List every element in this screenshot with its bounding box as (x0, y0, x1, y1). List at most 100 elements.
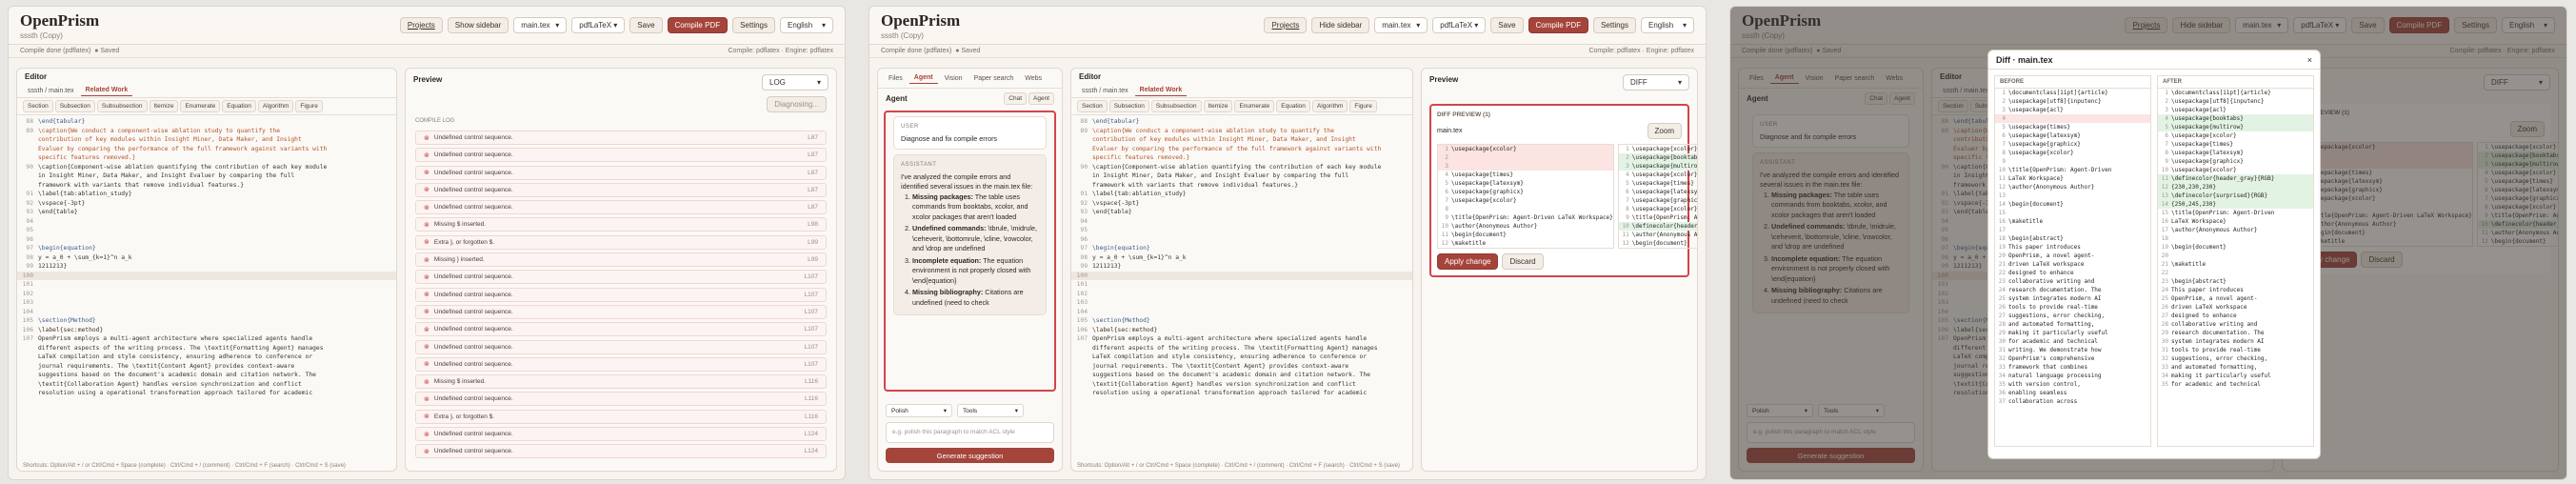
log-entry[interactable]: ⊗ Undefined control sequence. L87 (415, 165, 827, 180)
show-sidebar-button[interactable]: Show sidebar (447, 17, 509, 33)
line-number: 19 (2161, 244, 2168, 251)
log-entry[interactable]: ⊗ Undefined control sequence. L107 (415, 322, 827, 337)
log-entry[interactable]: ⊗ Undefined control sequence. L87 (415, 200, 827, 215)
issue-title: Missing packages: (912, 192, 973, 201)
diff-line: 26 tools to provide real-time (1995, 303, 2150, 312)
line-number: 102 (22, 290, 33, 297)
language-select[interactable]: English ▾ (780, 17, 833, 33)
log-entry[interactable]: ⊗ Undefined control sequence. L87 (415, 131, 827, 145)
settings-button[interactable]: Settings (732, 17, 775, 33)
code-line: 93 \end{table} (1071, 208, 1412, 217)
diff-modal: Diff · main.tex × BEFORE 1 \documentclass[1… (1987, 50, 2321, 459)
log-entry[interactable]: ⊗ Undefined control sequence. L107 (415, 339, 827, 354)
insert-itemize-button[interactable]: Itemize (149, 100, 179, 112)
tab-files[interactable]: Files (884, 73, 908, 84)
code-editor[interactable]: 88 \end{tabular} 89 \caption{We conduct a c… (1071, 115, 1412, 400)
line-text: framework with variants that remove indi… (38, 181, 245, 189)
line-number: 12 (1998, 184, 2006, 191)
insert-section-button[interactable]: Section (1077, 100, 1108, 112)
insert-subsubsection-button[interactable]: Subsubsection (1150, 100, 1202, 112)
suggestion-input[interactable]: e.g. polish this paragraph to match ACL … (886, 422, 1054, 443)
breadcrumb[interactable]: sssth / main.tex (23, 86, 79, 96)
agent-conversation: USER Diagnose and fix compile errors ASSI… (884, 111, 1056, 392)
log-entry[interactable]: ⊗ Undefined control sequence. L87 (415, 182, 827, 197)
top-bar: OpenPrismsssth (Copy) Projects Hide side… (869, 7, 1706, 45)
insert-equation-button[interactable]: Equation (1276, 100, 1310, 112)
log-entry[interactable]: ⊗ Undefined control sequence. L107 (415, 270, 827, 285)
line-text: specific features removed.} (38, 154, 136, 161)
projects-button[interactable]: Projects (399, 17, 443, 33)
log-entry[interactable]: ⊗ Undefined control sequence. L124 (415, 444, 827, 459)
log-entry[interactable]: ⊗ Extra }, or forgotten $. L116 (415, 409, 827, 424)
line-number: 95 (1080, 227, 1088, 233)
line-text: \usepackage{times} (1631, 180, 1694, 187)
projects-button[interactable]: Projects (1264, 17, 1308, 33)
breadcrumb[interactable]: sssth / main.tex (1077, 86, 1133, 96)
save-button[interactable]: Save (629, 17, 663, 33)
insert-enumerate-button[interactable]: Enumerate (1234, 100, 1275, 112)
related-work-tab[interactable]: Related Work (80, 85, 133, 96)
log-entry[interactable]: ⊗ Undefined control sequence. L87 (415, 148, 827, 163)
compile-pdf-button[interactable]: Compile PDF (1528, 17, 1589, 33)
close-icon[interactable]: × (2307, 55, 2312, 65)
code-line: 89 \caption{We conduct a component-wise a… (17, 127, 396, 136)
insert-enumerate-button[interactable]: Enumerate (180, 100, 221, 112)
log-entry[interactable]: ⊗ Missing $ inserted. L116 (415, 374, 827, 390)
log-entry[interactable]: ⊗ Extra }, or forgotten $. L99 (415, 234, 827, 250)
compile-pdf-button[interactable]: Compile PDF (667, 17, 729, 33)
diagnosing-button[interactable]: Diagnosing... (767, 96, 827, 112)
related-work-tab[interactable]: Related Work (1134, 85, 1188, 96)
insert-subsection-button[interactable]: Subsection (1108, 100, 1149, 112)
log-entry[interactable]: ⊗ Undefined control sequence. L107 (415, 304, 827, 319)
discard-button[interactable]: Discard (1502, 253, 1544, 270)
preview-mode-select[interactable]: LOG ▾ (762, 74, 829, 91)
line-number (1071, 145, 1092, 154)
line-number: 8 (2002, 150, 2006, 156)
line-text: \usepackage[utf8]{inputenc} (2171, 98, 2265, 105)
code-line: resolution using a operational transform… (17, 389, 396, 398)
settings-button[interactable]: Settings (1593, 17, 1636, 33)
diff-line: 8\usepackage{xcolor} (1995, 149, 2150, 157)
zoom-button[interactable]: Zoom (1647, 123, 1682, 139)
log-entry[interactable]: ⊗ Missing } inserted. L99 (415, 252, 827, 268)
language-select[interactable]: English ▾ (1641, 17, 1694, 33)
log-entry[interactable]: ⊗ Missing $ inserted. L98 (415, 217, 827, 232)
log-entry[interactable]: ⊗ Undefined control sequence. L116 (415, 392, 827, 407)
tab-agent[interactable]: Agent (909, 72, 938, 84)
log-entry[interactable]: ⊗ Undefined control sequence. L124 (415, 427, 827, 442)
code-editor[interactable]: 88 \end{tabular} 89 \caption{We conduct a c… (17, 115, 396, 400)
engine-select[interactable]: pdfLaTeX▾ (571, 17, 626, 33)
insert-subsection-button[interactable]: Subsection (54, 100, 95, 112)
save-button[interactable]: Save (1490, 17, 1524, 33)
preview-mode-select[interactable]: DIFF ▾ (1623, 74, 1689, 91)
generate-suggestion-button[interactable]: Generate suggestion (886, 448, 1054, 463)
line-text: enabling seamless (2008, 390, 2067, 396)
screenshot-panel-1: OpenPrism sssth (Copy) Projects Show side… (0, 0, 853, 484)
insert-section-button[interactable]: Section (23, 100, 53, 112)
apply-change-button[interactable]: Apply change (1437, 253, 1499, 270)
tab-webs[interactable]: Webs (1020, 73, 1047, 84)
engine-select-value: pdfLaTeX (579, 21, 612, 30)
preview-panel: Preview DIFF ▾ DIFF PREVIEW (1) main.tex Zo… (1421, 68, 1698, 472)
polish-select[interactable]: Polish ▾ (886, 404, 952, 417)
engine-select[interactable]: pdfLaTeX▾ (1432, 17, 1487, 33)
insert-equation-button[interactable]: Equation (222, 100, 256, 112)
insert-itemize-button[interactable]: Itemize (1203, 100, 1233, 112)
agent-toggle[interactable]: Agent (1028, 92, 1054, 105)
chat-toggle[interactable]: Chat (1004, 92, 1027, 105)
log-entry[interactable]: ⊗ Undefined control sequence. L107 (415, 356, 827, 372)
insert-subsubsection-button[interactable]: Subsubsection (96, 100, 148, 112)
line-number: 10 (2161, 167, 2168, 173)
insert-figure-button[interactable]: Figure (1349, 100, 1377, 112)
tab-paper-search[interactable]: Paper search (969, 73, 1019, 84)
insert-figure-button[interactable]: Figure (295, 100, 323, 112)
insert-algorithm-button[interactable]: Algorithm (257, 100, 294, 112)
line-number (17, 153, 38, 163)
log-entry[interactable]: ⊗ Undefined control sequence. L107 (415, 287, 827, 302)
file-select[interactable]: main.tex ▾ (513, 17, 568, 33)
hide-sidebar-button[interactable]: Hide sidebar (1311, 17, 1370, 33)
insert-algorithm-button[interactable]: Algorithm (1311, 100, 1348, 112)
tools-select[interactable]: Tools ▾ (957, 404, 1024, 417)
tab-vision[interactable]: Vision (940, 73, 968, 84)
file-select[interactable]: main.tex ▾ (1374, 17, 1428, 33)
